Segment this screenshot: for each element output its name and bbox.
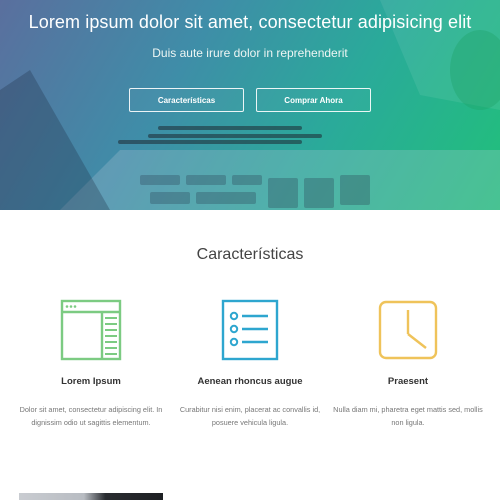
hero-subtitle: Duis aute irure dolor in reprehenderit: [152, 46, 348, 60]
features-section-title: Características: [196, 246, 304, 263]
bottom-section-image: [19, 493, 163, 500]
feature-card-aenean-rhoncus: Aenean rhoncus augue Curabitur nisi enim…: [175, 298, 325, 429]
feature-card-lorem-ipsum: Lorem Ipsum Dolor sit amet, consectetur …: [16, 298, 166, 429]
buy-now-button[interactable]: Comprar Ahora: [256, 88, 371, 112]
feature-title: Lorem Ipsum: [61, 376, 121, 387]
feature-description: Curabitur nisi enim, placerat ac convall…: [179, 405, 321, 427]
clock-icon: [378, 300, 438, 360]
feature-title: Aenean rhoncus augue: [197, 376, 303, 387]
hero-title: Lorem ipsum dolor sit amet, consectetur …: [28, 12, 472, 32]
feature-title: Praesent: [387, 376, 429, 387]
landing-page: Lorem ipsum dolor sit amet, consectetur …: [0, 0, 500, 500]
feature-description: Dolor sit amet, consectetur adipiscing e…: [19, 405, 163, 427]
checklist-icon: [221, 299, 279, 361]
hero-section: Lorem ipsum dolor sit amet, consectetur …: [0, 0, 500, 210]
browser-window-icon: [60, 299, 122, 361]
feature-card-praesent: Praesent Nulla diam mi, pharetra eget ma…: [333, 298, 483, 429]
feature-description: Nulla diam mi, pharetra eget mattis sed,…: [333, 405, 483, 427]
features-button[interactable]: Características: [129, 88, 244, 112]
